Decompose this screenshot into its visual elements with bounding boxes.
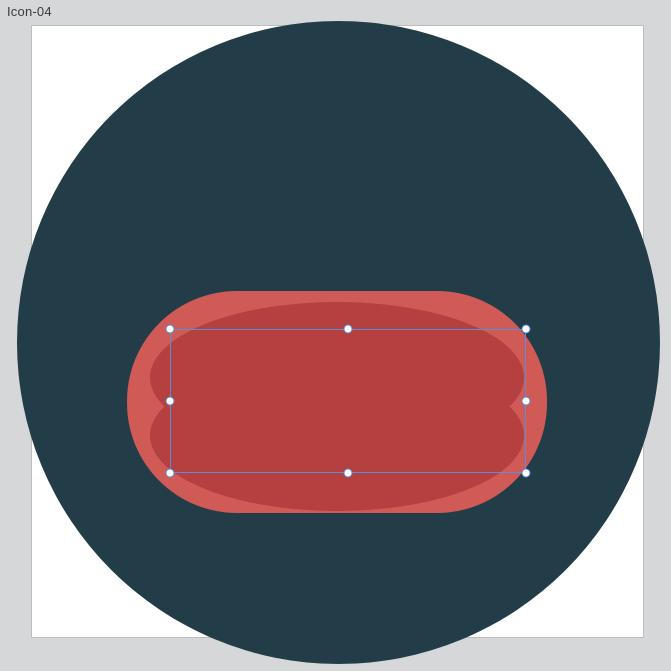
design-app: Icon-04	[0, 0, 671, 671]
artboard[interactable]	[31, 25, 644, 638]
document-tab[interactable]: Icon-04	[7, 4, 52, 19]
canvas-stage[interactable]	[32, 26, 643, 637]
document-tab-label: Icon-04	[7, 4, 52, 19]
inner-ellipse-bottom-shape[interactable]	[150, 360, 524, 511]
